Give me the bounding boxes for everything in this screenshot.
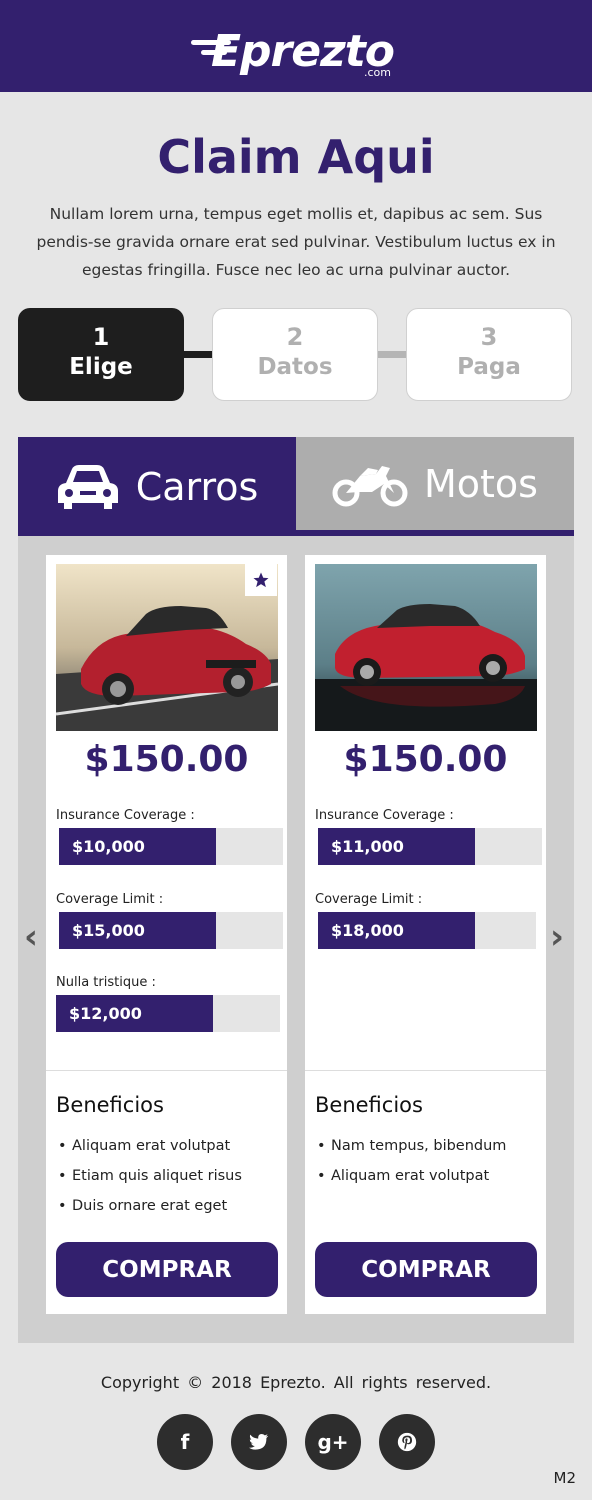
benefits-list: Nam tempus, bibendum Aliquam erat volutp… — [315, 1131, 535, 1191]
favorite-star-icon[interactable] — [245, 564, 277, 596]
step-paga[interactable]: 3 Paga — [406, 308, 572, 401]
site-header: Eprezto .com — [0, 0, 592, 92]
attribute-label: Nulla tristique : — [56, 975, 156, 990]
tab-motos[interactable]: Motos — [296, 437, 574, 530]
benefits-list: Aliquam erat volutpat Etiam quis aliquet… — [56, 1131, 276, 1221]
vehicle-tabs: Carros Motos — [18, 437, 574, 536]
attribute-value: $11,000 — [318, 828, 475, 865]
card-divider — [305, 1070, 546, 1071]
chevron-left-icon[interactable]: ‹ — [24, 920, 38, 954]
benefits-title: Beneficios — [56, 1093, 164, 1117]
attribute-bar: $15,000 — [59, 912, 283, 949]
step-elige[interactable]: 1 Elige — [18, 308, 184, 401]
tab-underline — [18, 530, 574, 536]
intro-text: Nullam lorem urna, tempus eget mollis et… — [36, 205, 556, 279]
attribute-bar: $12,000 — [56, 995, 280, 1032]
plan-price: $150.00 — [343, 739, 508, 780]
step-number: 3 — [480, 323, 498, 351]
tab-carros[interactable]: Carros — [18, 437, 296, 536]
attribute-bar: $10,000 — [59, 828, 283, 865]
car-photo — [315, 564, 537, 731]
attribute-bar: $18,000 — [318, 912, 536, 949]
google-plus-icon[interactable]: g+ — [305, 1414, 361, 1470]
step-number: 1 — [92, 323, 110, 351]
attribute-value: $12,000 — [56, 995, 213, 1032]
attribute-coverage-limit: Coverage Limit : $15,000 — [56, 892, 283, 949]
attribute-label: Insurance Coverage : — [315, 808, 454, 823]
twitter-icon[interactable] — [231, 1414, 287, 1470]
attribute-value: $18,000 — [318, 912, 475, 949]
step-label: Datos — [257, 354, 333, 380]
attribute-nulla-tristique: Nulla tristique : $12,000 — [56, 975, 280, 1032]
product-panel: Carros Motos ‹ › $150.00 Insurance Cover… — [18, 437, 574, 1343]
car-icon — [57, 464, 118, 509]
comprar-button[interactable]: COMPRAR — [56, 1242, 278, 1297]
corner-tag: M2 — [553, 1469, 577, 1487]
attribute-value: $10,000 — [59, 828, 216, 865]
step-datos[interactable]: 2 Datos — [212, 308, 378, 401]
attribute-value: $15,000 — [59, 912, 216, 949]
attribute-label: Coverage Limit : — [315, 892, 423, 907]
attribute-bar: $11,000 — [318, 828, 542, 865]
social-links: f g+ — [157, 1414, 435, 1470]
step-connector-2 — [378, 351, 408, 358]
logo-suffix: .com — [364, 66, 391, 79]
benefit-item: Aliquam erat volutpat — [315, 1161, 535, 1191]
tab-label: Carros — [135, 464, 259, 509]
benefit-item: Duis ornare erat eget — [56, 1191, 276, 1221]
benefit-item: Nam tempus, bibendum — [315, 1131, 535, 1161]
attribute-insurance-coverage: Insurance Coverage : $10,000 — [56, 808, 283, 865]
copyright-text: Copyright © 2018 Eprezto. All rights res… — [100, 1373, 492, 1392]
facebook-icon[interactable]: f — [157, 1414, 213, 1470]
attribute-insurance-coverage: Insurance Coverage : $11,000 — [315, 808, 542, 865]
step-connector-1 — [184, 351, 214, 358]
tab-label: Motos — [424, 461, 538, 506]
plan-price: $150.00 — [84, 739, 249, 780]
benefits-title: Beneficios — [315, 1093, 423, 1117]
attribute-label: Coverage Limit : — [56, 892, 164, 907]
eprezto-logo[interactable]: Eprezto .com — [191, 16, 401, 79]
step-label: Elige — [69, 354, 133, 380]
step-label: Paga — [457, 354, 521, 380]
attribute-label: Insurance Coverage : — [56, 808, 195, 823]
checkout-stepper: 1 Elige 2 Datos 3 Paga — [18, 308, 574, 402]
comprar-button[interactable]: COMPRAR — [315, 1242, 537, 1297]
benefit-item: Etiam quis aliquet risus — [56, 1161, 276, 1191]
chevron-right-icon[interactable]: › — [550, 920, 564, 954]
page-title: Claim Aqui — [157, 130, 435, 184]
card-divider — [46, 1070, 287, 1071]
step-number: 2 — [286, 323, 304, 351]
pinterest-icon[interactable] — [379, 1414, 435, 1470]
plan-card: $150.00 Insurance Coverage : $11,000 Cov… — [305, 555, 546, 1314]
attribute-coverage-limit: Coverage Limit : $18,000 — [315, 892, 539, 949]
plan-card: $150.00 Insurance Coverage : $10,000 Cov… — [46, 555, 287, 1314]
benefit-item: Aliquam erat volutpat — [56, 1131, 276, 1161]
motorcycle-icon — [332, 465, 408, 506]
